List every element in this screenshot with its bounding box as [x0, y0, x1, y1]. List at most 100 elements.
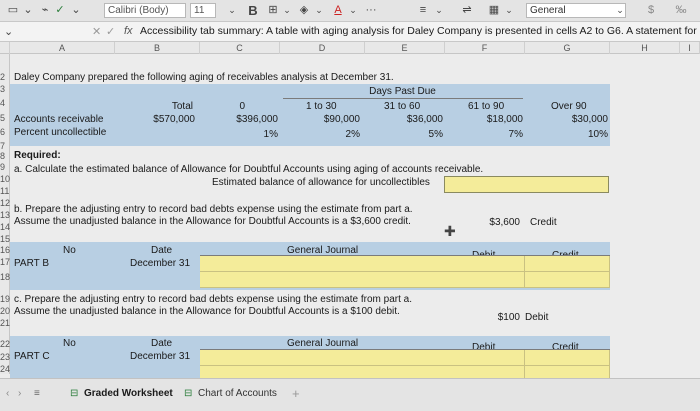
- number-format-select[interactable]: General: [526, 3, 626, 18]
- bold-button[interactable]: B: [246, 2, 260, 19]
- row-header[interactable]: 15: [0, 234, 10, 245]
- column-header[interactable]: A: [10, 42, 115, 54]
- row-header[interactable]: 13: [0, 210, 10, 221]
- part-b-date: December 31: [130, 258, 191, 269]
- pct-61-90-value[interactable]: 7%: [445, 129, 523, 141]
- column-header[interactable]: H: [610, 42, 680, 54]
- border-icon[interactable]: ⊞: [266, 2, 280, 19]
- ribbon-toolbar: ▭ ⌄ ⌁ ✓ ⌄ Calibri (Body) 11 ⌄ B ⊞ ⌄ ◈ ⌄ …: [0, 0, 700, 22]
- pct-over-90-value[interactable]: 10%: [525, 129, 608, 141]
- row-header[interactable]: 9: [0, 162, 10, 173]
- row-header[interactable]: 16: [0, 245, 10, 256]
- font-color-icon[interactable]: A: [330, 2, 346, 19]
- percent-uncollectible-label: Percent uncollectible: [14, 127, 107, 138]
- row-header[interactable]: 8: [0, 151, 10, 162]
- number-format-chevron-icon[interactable]: ⌄: [614, 2, 626, 19]
- add-sheet-button[interactable]: +: [292, 385, 300, 403]
- row-header[interactable]: 4: [0, 98, 10, 109]
- column-header[interactable]: G: [525, 42, 610, 54]
- row-header[interactable]: 21: [0, 318, 10, 329]
- tab-graded-worksheet[interactable]: Graded Worksheet: [84, 385, 173, 403]
- select-all-corner[interactable]: [0, 42, 10, 54]
- align-chevron-icon[interactable]: ⌄: [434, 2, 444, 19]
- part-c-instruction-2: Assume the unadjusted balance in the All…: [14, 306, 400, 317]
- font-dropdown-chevron-icon[interactable]: ⌄: [70, 2, 82, 19]
- part-a-answer-input[interactable]: [444, 176, 609, 193]
- column-header[interactable]: C: [200, 42, 280, 54]
- currency-button[interactable]: $: [644, 2, 658, 19]
- part-b-balance: $3,600: [489, 217, 520, 228]
- part-a-instruction: a. Calculate the estimated balance of Al…: [14, 164, 484, 175]
- ar-61-90-value[interactable]: $18,000: [445, 114, 523, 126]
- formula-input[interactable]: Accessibility tab summary: A table with …: [140, 25, 700, 38]
- enter-icon[interactable]: ✓: [106, 25, 115, 38]
- font-size-select[interactable]: 11: [190, 3, 216, 18]
- format-painter-icon[interactable]: ⌁: [38, 2, 52, 19]
- sheet-list-icon[interactable]: ≡: [34, 385, 40, 403]
- part-c-balance: $100: [497, 312, 520, 323]
- ar-current-value[interactable]: $396,000: [200, 114, 278, 126]
- row-header[interactable]: 14: [0, 222, 10, 233]
- next-sheet-icon[interactable]: ›: [18, 385, 21, 403]
- col-header-total: Total: [171, 101, 193, 112]
- part-c-account-1-input[interactable]: [200, 350, 525, 366]
- row-header[interactable]: 3: [0, 84, 10, 95]
- percent-icon[interactable]: ‰: [670, 2, 692, 19]
- row-header[interactable]: 18: [0, 272, 10, 283]
- pct-1-30-value[interactable]: 2%: [280, 129, 360, 141]
- merge-icon[interactable]: ▦: [486, 2, 502, 19]
- paste-icon[interactable]: ▭: [6, 2, 20, 19]
- cancel-icon[interactable]: ✕: [92, 25, 101, 38]
- row-header[interactable]: 12: [0, 198, 10, 209]
- fill-color-icon[interactable]: ◈: [296, 2, 312, 19]
- fill-chevron-icon[interactable]: ⌄: [314, 2, 324, 19]
- part-b-debit-1-input[interactable]: [525, 256, 610, 272]
- row-header[interactable]: 22: [0, 339, 10, 350]
- border-chevron-icon[interactable]: ⌄: [282, 2, 292, 19]
- part-b-account-1-input[interactable]: [200, 256, 525, 272]
- column-header[interactable]: I: [680, 42, 700, 54]
- sheet-lock-icon: ⊟: [70, 388, 79, 399]
- more-options-button[interactable]: ···: [362, 2, 380, 19]
- part-b-credit-2-input[interactable]: [525, 272, 610, 288]
- tab-chart-of-accounts[interactable]: Chart of Accounts: [198, 385, 277, 403]
- column-header[interactable]: E: [365, 42, 445, 54]
- ar-1-30-value[interactable]: $90,000: [280, 114, 360, 126]
- pct-current-value[interactable]: 1%: [200, 129, 278, 141]
- part-b-account-2-input[interactable]: [200, 272, 525, 288]
- col-header-0: 0: [239, 101, 245, 112]
- merge-chevron-icon[interactable]: ⌄: [504, 2, 514, 19]
- row-header[interactable]: 5: [0, 113, 10, 124]
- row-header[interactable]: 17: [0, 257, 10, 268]
- ar-total-value[interactable]: $570,000: [115, 114, 195, 126]
- size-chevron-icon[interactable]: ⌄: [226, 2, 238, 19]
- accounts-receivable-label: Accounts receivable: [14, 114, 104, 125]
- column-header[interactable]: F: [445, 42, 525, 54]
- clipboard-dropdown-icon[interactable]: ⌄: [22, 2, 34, 19]
- days-past-due-header: Days Past Due: [369, 86, 436, 97]
- row-header[interactable]: 20: [0, 306, 10, 317]
- ar-31-60-value[interactable]: $36,000: [365, 114, 443, 126]
- row-header[interactable]: 2: [0, 72, 10, 83]
- col-header-31-60: 31 to 60: [384, 101, 421, 112]
- row-header[interactable]: 19: [0, 294, 10, 305]
- column-header[interactable]: D: [280, 42, 365, 54]
- sheet-tab-bar: ‹ › ≡ ⊟ Graded Worksheet ⊟ Chart of Acco…: [0, 378, 700, 411]
- part-b-balance-type: Credit: [530, 217, 557, 228]
- row-header[interactable]: 6: [0, 127, 10, 138]
- font-color-chevron-icon[interactable]: ⌄: [348, 2, 358, 19]
- part-c-debit-1-input[interactable]: [525, 350, 610, 366]
- wrap-text-icon[interactable]: ⇌: [458, 2, 476, 19]
- checkmark-icon[interactable]: ✓: [54, 2, 66, 19]
- align-icon[interactable]: ≡: [414, 2, 432, 19]
- prev-sheet-icon[interactable]: ‹: [6, 385, 9, 403]
- ar-over-90-value[interactable]: $30,000: [525, 114, 608, 126]
- font-name-select[interactable]: Calibri (Body): [104, 3, 186, 18]
- row-header[interactable]: 24: [0, 364, 10, 375]
- row-header[interactable]: 10: [0, 174, 10, 185]
- row-header[interactable]: 23: [0, 352, 10, 363]
- pct-31-60-value[interactable]: 5%: [365, 129, 443, 141]
- column-header[interactable]: B: [115, 42, 200, 54]
- row-header[interactable]: 11: [0, 186, 10, 197]
- namebox-chevron-icon[interactable]: ⌄: [4, 25, 13, 38]
